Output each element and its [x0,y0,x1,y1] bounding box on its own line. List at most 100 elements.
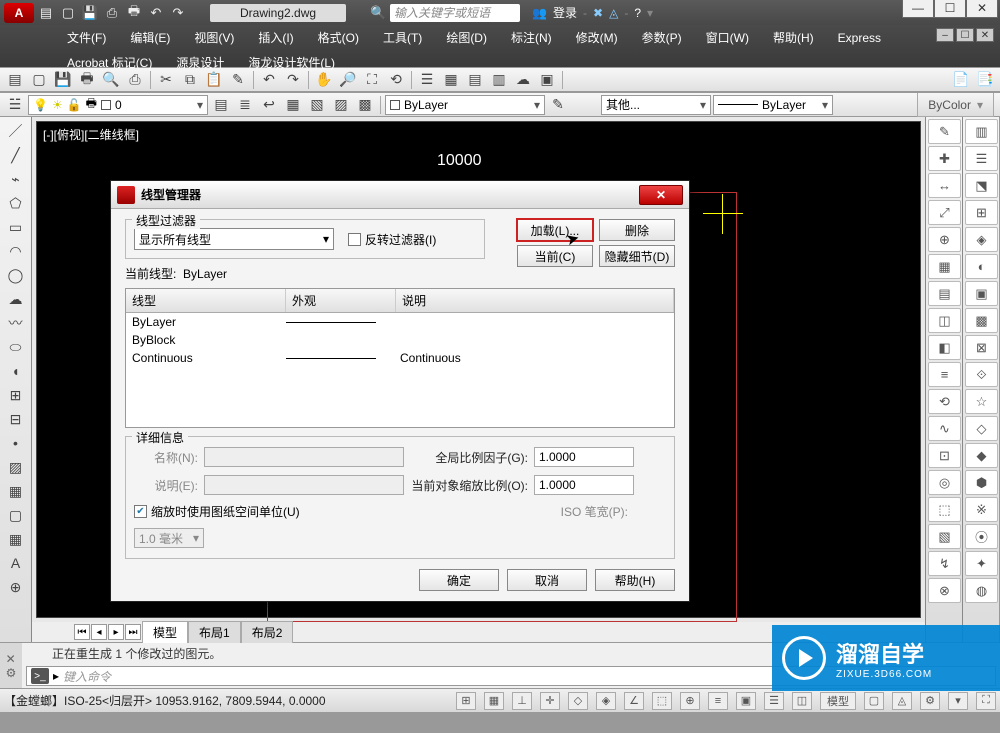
addsel-icon[interactable]: ⊕ [5,577,27,597]
pline-icon[interactable]: ⌁ [5,169,27,189]
menu-tools[interactable]: 工具(T) [371,25,434,50]
sb-model-button[interactable]: 模型 [820,692,856,710]
insert-icon[interactable]: ⊞ [5,385,27,405]
tb-pdf-icon[interactable]: 📄 [950,70,972,90]
tb-cut-icon[interactable]: ✂ [155,70,177,90]
load-button[interactable]: 加载(L)... [517,219,593,241]
sb-grid-icon[interactable]: ▦ [484,692,504,710]
sb-osnap-icon[interactable]: ◇ [568,692,588,710]
save-icon[interactable]: 💾 [80,3,100,23]
global-scale-input[interactable] [534,447,634,467]
tab-layout1[interactable]: 布局1 [188,621,241,643]
rp-icon-3[interactable]: ↔ [928,173,961,198]
layer-props-icon[interactable]: ☱ [4,95,26,115]
rp2-icon-9[interactable]: ⊠ [965,335,998,360]
sb-3dosnap-icon[interactable]: ◈ [596,692,616,710]
redo-icon[interactable]: ↷ [168,3,188,23]
rp2-icon-1[interactable]: ▥ [965,119,998,144]
rp2-icon-2[interactable]: ☰ [965,146,998,171]
rp-icon-12[interactable]: ∿ [928,416,961,441]
tb-pdf2-icon[interactable]: 📑 [974,70,996,90]
sb-tr-icon[interactable]: ▣ [736,692,756,710]
tab-last-icon[interactable]: ⏭ [125,624,141,640]
mtext-icon[interactable]: A [5,553,27,573]
sb-as-icon[interactable]: ⚙ [920,692,940,710]
layer-iso-icon[interactable]: ≣ [234,95,256,115]
dialog-titlebar[interactable]: 线型管理器 ✕ [111,181,689,209]
layer-m1-icon[interactable]: ▦ [282,95,304,115]
tb-props-icon[interactable]: ☰ [416,70,438,90]
layer-prev-icon[interactable]: ↩ [258,95,280,115]
rp2-icon-10[interactable]: ⟐ [965,362,998,387]
rp2-icon-12[interactable]: ◇ [965,416,998,441]
rp-icon-2[interactable]: ✚ [928,146,961,171]
cancel-button[interactable]: 取消 [507,569,587,591]
rp2-icon-8[interactable]: ▩ [965,308,998,333]
circle-icon[interactable]: ◯ [5,265,27,285]
rp-icon-1[interactable]: ✎ [928,119,961,144]
tb-dc-icon[interactable]: ▦ [440,70,462,90]
line-icon[interactable]: ／ [5,121,27,141]
table-row[interactable]: ByLayer [126,313,674,331]
rp2-icon-7[interactable]: ▣ [965,281,998,306]
rp-icon-8[interactable]: ◫ [928,308,961,333]
sb-ducs-icon[interactable]: ⬚ [652,692,672,710]
region-icon[interactable]: ▢ [5,505,27,525]
arc-icon[interactable]: ◠ [5,241,27,261]
tb-new-icon[interactable]: ▤ [4,70,26,90]
tb-zoom-icon[interactable]: 🔎 [337,70,359,90]
help-icon[interactable]: ? [634,6,641,20]
revcloud-icon[interactable]: ☁ [5,289,27,309]
rp-icon-11[interactable]: ⟲ [928,389,961,414]
tb-open-icon[interactable]: ▢ [28,70,50,90]
rp-icon-7[interactable]: ▤ [928,281,961,306]
point-icon[interactable]: • [5,433,27,453]
color-combo[interactable]: 其他... ▾ [601,95,711,115]
lineweight-combo[interactable]: ByLayer ▾ [713,95,833,115]
col-linetype[interactable]: 线型 [126,289,286,312]
layer-m3-icon[interactable]: ▨ [330,95,352,115]
a360-icon[interactable]: ◬ [609,6,618,20]
sb-ann-icon[interactable]: ◬ [892,692,912,710]
tb-ssm-icon[interactable]: ▥ [488,70,510,90]
spline-icon[interactable]: 〰 [5,313,27,333]
tab-first-icon[interactable]: ⏮ [74,624,90,640]
tb-match-icon[interactable]: ✎ [227,70,249,90]
maximize-button[interactable]: ☐ [934,0,966,18]
invert-filter-checkbox[interactable]: 反转过滤器(I) [348,231,436,248]
exchange-icon[interactable]: ✖ [593,6,603,20]
user-icon[interactable]: 👥 [532,6,547,20]
rp-icon-9[interactable]: ◧ [928,335,961,360]
menu-insert[interactable]: 插入(I) [246,25,305,50]
viewport-label[interactable]: [-][俯视][二维线框] [43,126,139,143]
rp-icon-4[interactable]: ⤢ [928,200,961,225]
tb-print-icon[interactable]: 🖶 [76,70,98,90]
sb-snap-icon[interactable]: ⊞ [456,692,476,710]
table-row[interactable]: Continuous Continuous [126,349,674,367]
col-appearance[interactable]: 外观 [286,289,396,312]
menu-param[interactable]: 参数(P) [630,25,694,50]
tb-save-icon[interactable]: 💾 [52,70,74,90]
sb-dyn-icon[interactable]: ⊕ [680,692,700,710]
print-icon[interactable]: 🖶 [124,3,144,23]
rp-icon-13[interactable]: ⊡ [928,443,961,468]
rp-icon-18[interactable]: ⊗ [928,578,961,603]
menu-help[interactable]: 帮助(H) [761,25,826,50]
table-icon[interactable]: ▦ [5,529,27,549]
sb-layout-icon[interactable]: ▢ [864,692,884,710]
menu-modify[interactable]: 修改(M) [564,25,630,50]
rect-icon[interactable]: ▭ [5,217,27,237]
rp-icon-14[interactable]: ◎ [928,470,961,495]
app-logo[interactable]: A [4,3,34,23]
mdi-max[interactable]: ☐ [956,28,974,42]
rp2-icon-17[interactable]: ✦ [965,551,998,576]
tab-next-icon[interactable]: ▸ [108,624,124,640]
rp2-icon-4[interactable]: ⊞ [965,200,998,225]
block-icon[interactable]: ⊟ [5,409,27,429]
menu-express[interactable]: Express [826,27,893,49]
rp2-icon-6[interactable]: ◐ [965,254,998,279]
paper-units-checkbox[interactable]: ✔ [134,505,147,518]
sb-full-icon[interactable]: ⛶ [976,692,996,710]
gradient-icon[interactable]: ▦ [5,481,27,501]
tb-copy-icon[interactable]: ⧉ [179,70,201,90]
